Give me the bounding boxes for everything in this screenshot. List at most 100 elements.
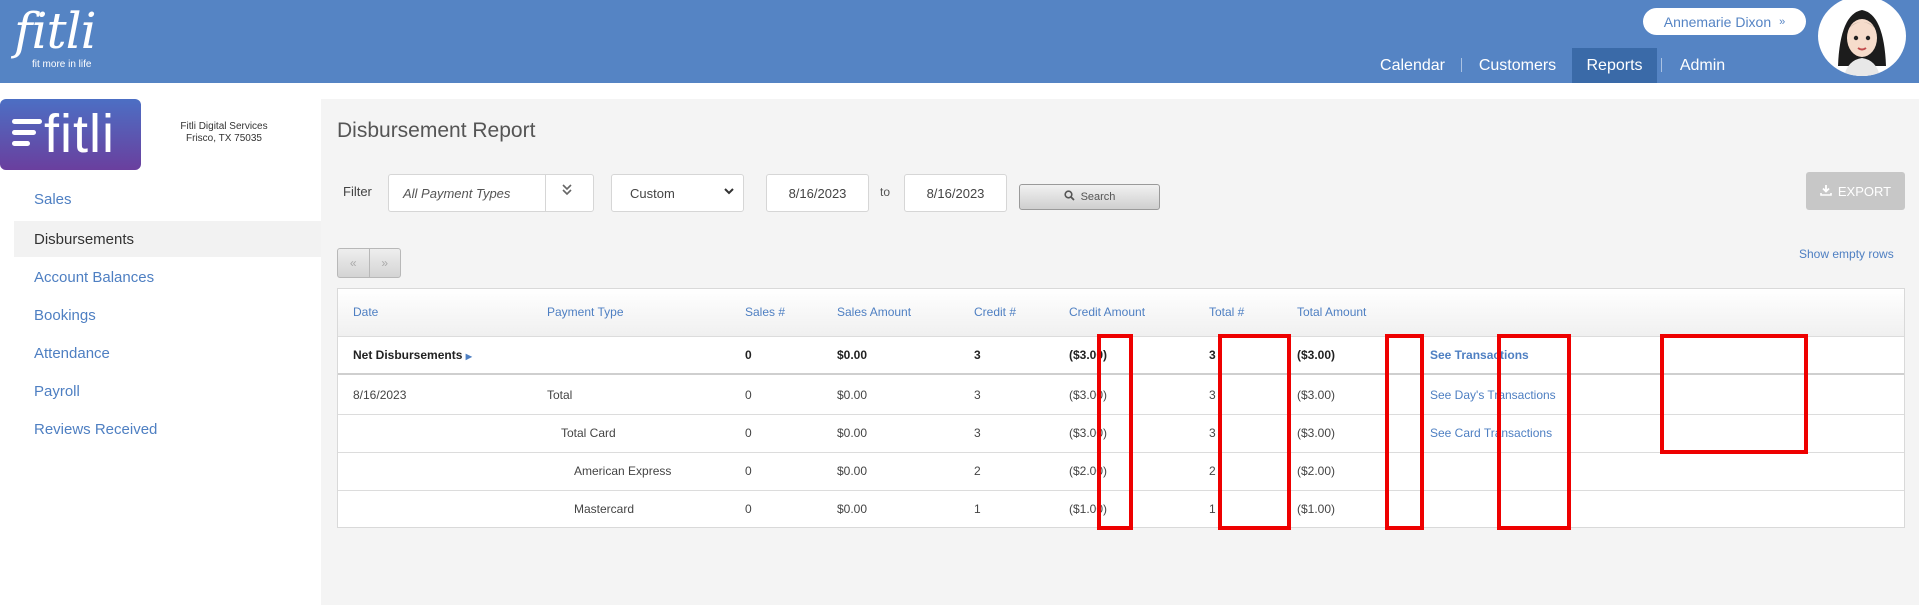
date-range-select[interactable]: Custom xyxy=(611,174,744,212)
nav-reports[interactable]: Reports xyxy=(1572,48,1657,83)
sidebar-item-label: Reviews Received xyxy=(34,420,158,438)
user-name: Annemarie Dixon xyxy=(1663,13,1772,30)
logo-mark xyxy=(12,119,42,152)
company-address: Frisco, TX 75035 xyxy=(186,133,262,144)
net-disbursements-toggle[interactable]: Net Disbursements ▶ xyxy=(353,348,472,362)
company-logo-text: fitli xyxy=(44,104,115,164)
sidebar: fitli Fitli Digital Services Frisco, TX … xyxy=(0,83,321,605)
column-header-credit-count[interactable]: Credit # xyxy=(974,305,1016,319)
sidebar-item-sales[interactable]: Sales xyxy=(14,181,321,217)
sales-amount: $0.00 xyxy=(837,426,868,440)
sidebar-item-label: Payroll xyxy=(34,382,80,400)
pager-next-button[interactable]: » xyxy=(368,249,401,277)
credit-amount-highlight xyxy=(1218,334,1291,530)
transactions-links-highlight xyxy=(1660,334,1808,454)
sales-amount: $0.00 xyxy=(837,348,868,362)
sales-count: 0 xyxy=(745,388,752,402)
company-info: Fitli Digital Services Frisco, TX 75035 xyxy=(164,121,284,145)
sidebar-item-disbursements[interactable]: Disbursements xyxy=(14,221,321,257)
nav-reports-label: Reports xyxy=(1586,56,1643,74)
total-count: 3 xyxy=(1209,348,1216,362)
export-button[interactable]: EXPORT xyxy=(1806,172,1905,210)
sales-count: 0 xyxy=(745,426,752,440)
brand-logo[interactable]: fitli fit more in life xyxy=(14,2,97,70)
column-header-sales-amount[interactable]: Sales Amount xyxy=(837,305,911,319)
column-header-total-amount[interactable]: Total Amount xyxy=(1297,305,1366,319)
nav-customers-label: Customers xyxy=(1478,56,1557,74)
page-title: Disbursement Report xyxy=(337,119,536,142)
nav-calendar[interactable]: Calendar xyxy=(1366,48,1459,83)
nav-admin[interactable]: Admin xyxy=(1665,48,1740,83)
sales-amount: $0.00 xyxy=(837,464,868,478)
total-amount: ($1.00) xyxy=(1297,502,1336,516)
table-header: Date Payment Type Sales # Sales Amount C… xyxy=(338,289,1904,337)
main-content: Disbursement Report Filter All Payment T… xyxy=(321,99,1919,605)
sidebar-item-label: Account Balances xyxy=(34,268,155,286)
avatar[interactable] xyxy=(1818,0,1906,76)
column-header-date[interactable]: Date xyxy=(353,305,378,319)
sidebar-item-bookings[interactable]: Bookings xyxy=(14,297,321,333)
search-button[interactable]: Search xyxy=(1019,184,1160,210)
to-label: to xyxy=(880,185,891,199)
sales-count: 0 xyxy=(745,502,752,516)
pager: « » xyxy=(337,248,401,278)
total-count-highlight xyxy=(1385,334,1424,530)
total-amount: ($2.00) xyxy=(1297,464,1336,478)
row-date: 8/16/2023 xyxy=(353,388,407,402)
top-header: fitli fit more in life Annemarie Dixon »… xyxy=(0,0,1919,83)
column-header-total-count[interactable]: Total # xyxy=(1209,305,1244,319)
credit-count: 3 xyxy=(974,348,981,362)
payment-type-placeholder: All Payment Types xyxy=(403,186,511,201)
row-label: Net Disbursements xyxy=(353,348,463,362)
nav-divider xyxy=(1461,58,1462,72)
date-from-field[interactable]: 8/16/2023 xyxy=(766,174,869,212)
total-amount: ($3.00) xyxy=(1297,388,1336,402)
column-header-payment-type[interactable]: Payment Type xyxy=(547,305,624,319)
sidebar-item-payroll[interactable]: Payroll xyxy=(14,373,321,409)
sales-amount: $0.00 xyxy=(837,388,868,402)
column-header-sales-count[interactable]: Sales # xyxy=(745,305,785,319)
sidebar-item-account-balances[interactable]: Account Balances xyxy=(14,259,321,295)
total-amount: ($3.00) xyxy=(1297,348,1336,362)
total-count: 3 xyxy=(1209,388,1216,402)
brand-name: fitli xyxy=(14,2,97,60)
credit-count: 1 xyxy=(974,502,981,516)
sales-count: 0 xyxy=(745,348,752,362)
total-amount-highlight xyxy=(1497,334,1571,530)
sidebar-item-label: Sales xyxy=(34,190,72,208)
column-header-credit-amount[interactable]: Credit Amount xyxy=(1069,305,1145,319)
sidebar-item-attendance[interactable]: Attendance xyxy=(14,335,321,371)
total-amount: ($3.00) xyxy=(1297,426,1336,440)
credit-count: 2 xyxy=(974,464,981,478)
company-name: Fitli Digital Services xyxy=(180,121,268,132)
brand-tagline: fit more in life xyxy=(32,59,92,70)
row-payment-type: Mastercard xyxy=(574,502,635,516)
date-to-field[interactable]: 8/16/2023 xyxy=(904,174,1007,212)
export-button-label: EXPORT xyxy=(1837,183,1892,199)
pager-prev-button[interactable]: « xyxy=(338,249,369,277)
sales-amount: $0.00 xyxy=(837,502,868,516)
show-empty-rows-link[interactable]: Show empty rows xyxy=(1799,247,1894,261)
nav-admin-label: Admin xyxy=(1679,56,1726,74)
user-menu[interactable]: Annemarie Dixon » xyxy=(1643,8,1806,35)
company-logo: fitli xyxy=(0,99,141,170)
double-chevron-down-icon xyxy=(561,183,573,200)
chevron-down-icon xyxy=(723,185,735,199)
search-icon xyxy=(1063,190,1075,204)
payment-type-select[interactable]: All Payment Types xyxy=(388,174,594,212)
nav-divider xyxy=(1661,58,1662,72)
search-button-label: Search xyxy=(1080,191,1116,203)
total-count: 3 xyxy=(1209,426,1216,440)
sidebar-item-reviews-received[interactable]: Reviews Received xyxy=(14,411,321,447)
sidebar-item-label: Bookings xyxy=(34,306,96,324)
row-payment-type: Total xyxy=(547,388,573,402)
filter-label: Filter xyxy=(343,184,372,199)
select-divider xyxy=(545,175,546,211)
credit-count: 3 xyxy=(974,388,981,402)
sidebar-item-label: Disbursements xyxy=(34,230,135,248)
total-count: 2 xyxy=(1209,464,1216,478)
credit-count: 3 xyxy=(974,426,981,440)
download-icon xyxy=(1820,184,1832,199)
nav-calendar-label: Calendar xyxy=(1380,56,1445,74)
nav-customers[interactable]: Customers xyxy=(1466,48,1569,83)
